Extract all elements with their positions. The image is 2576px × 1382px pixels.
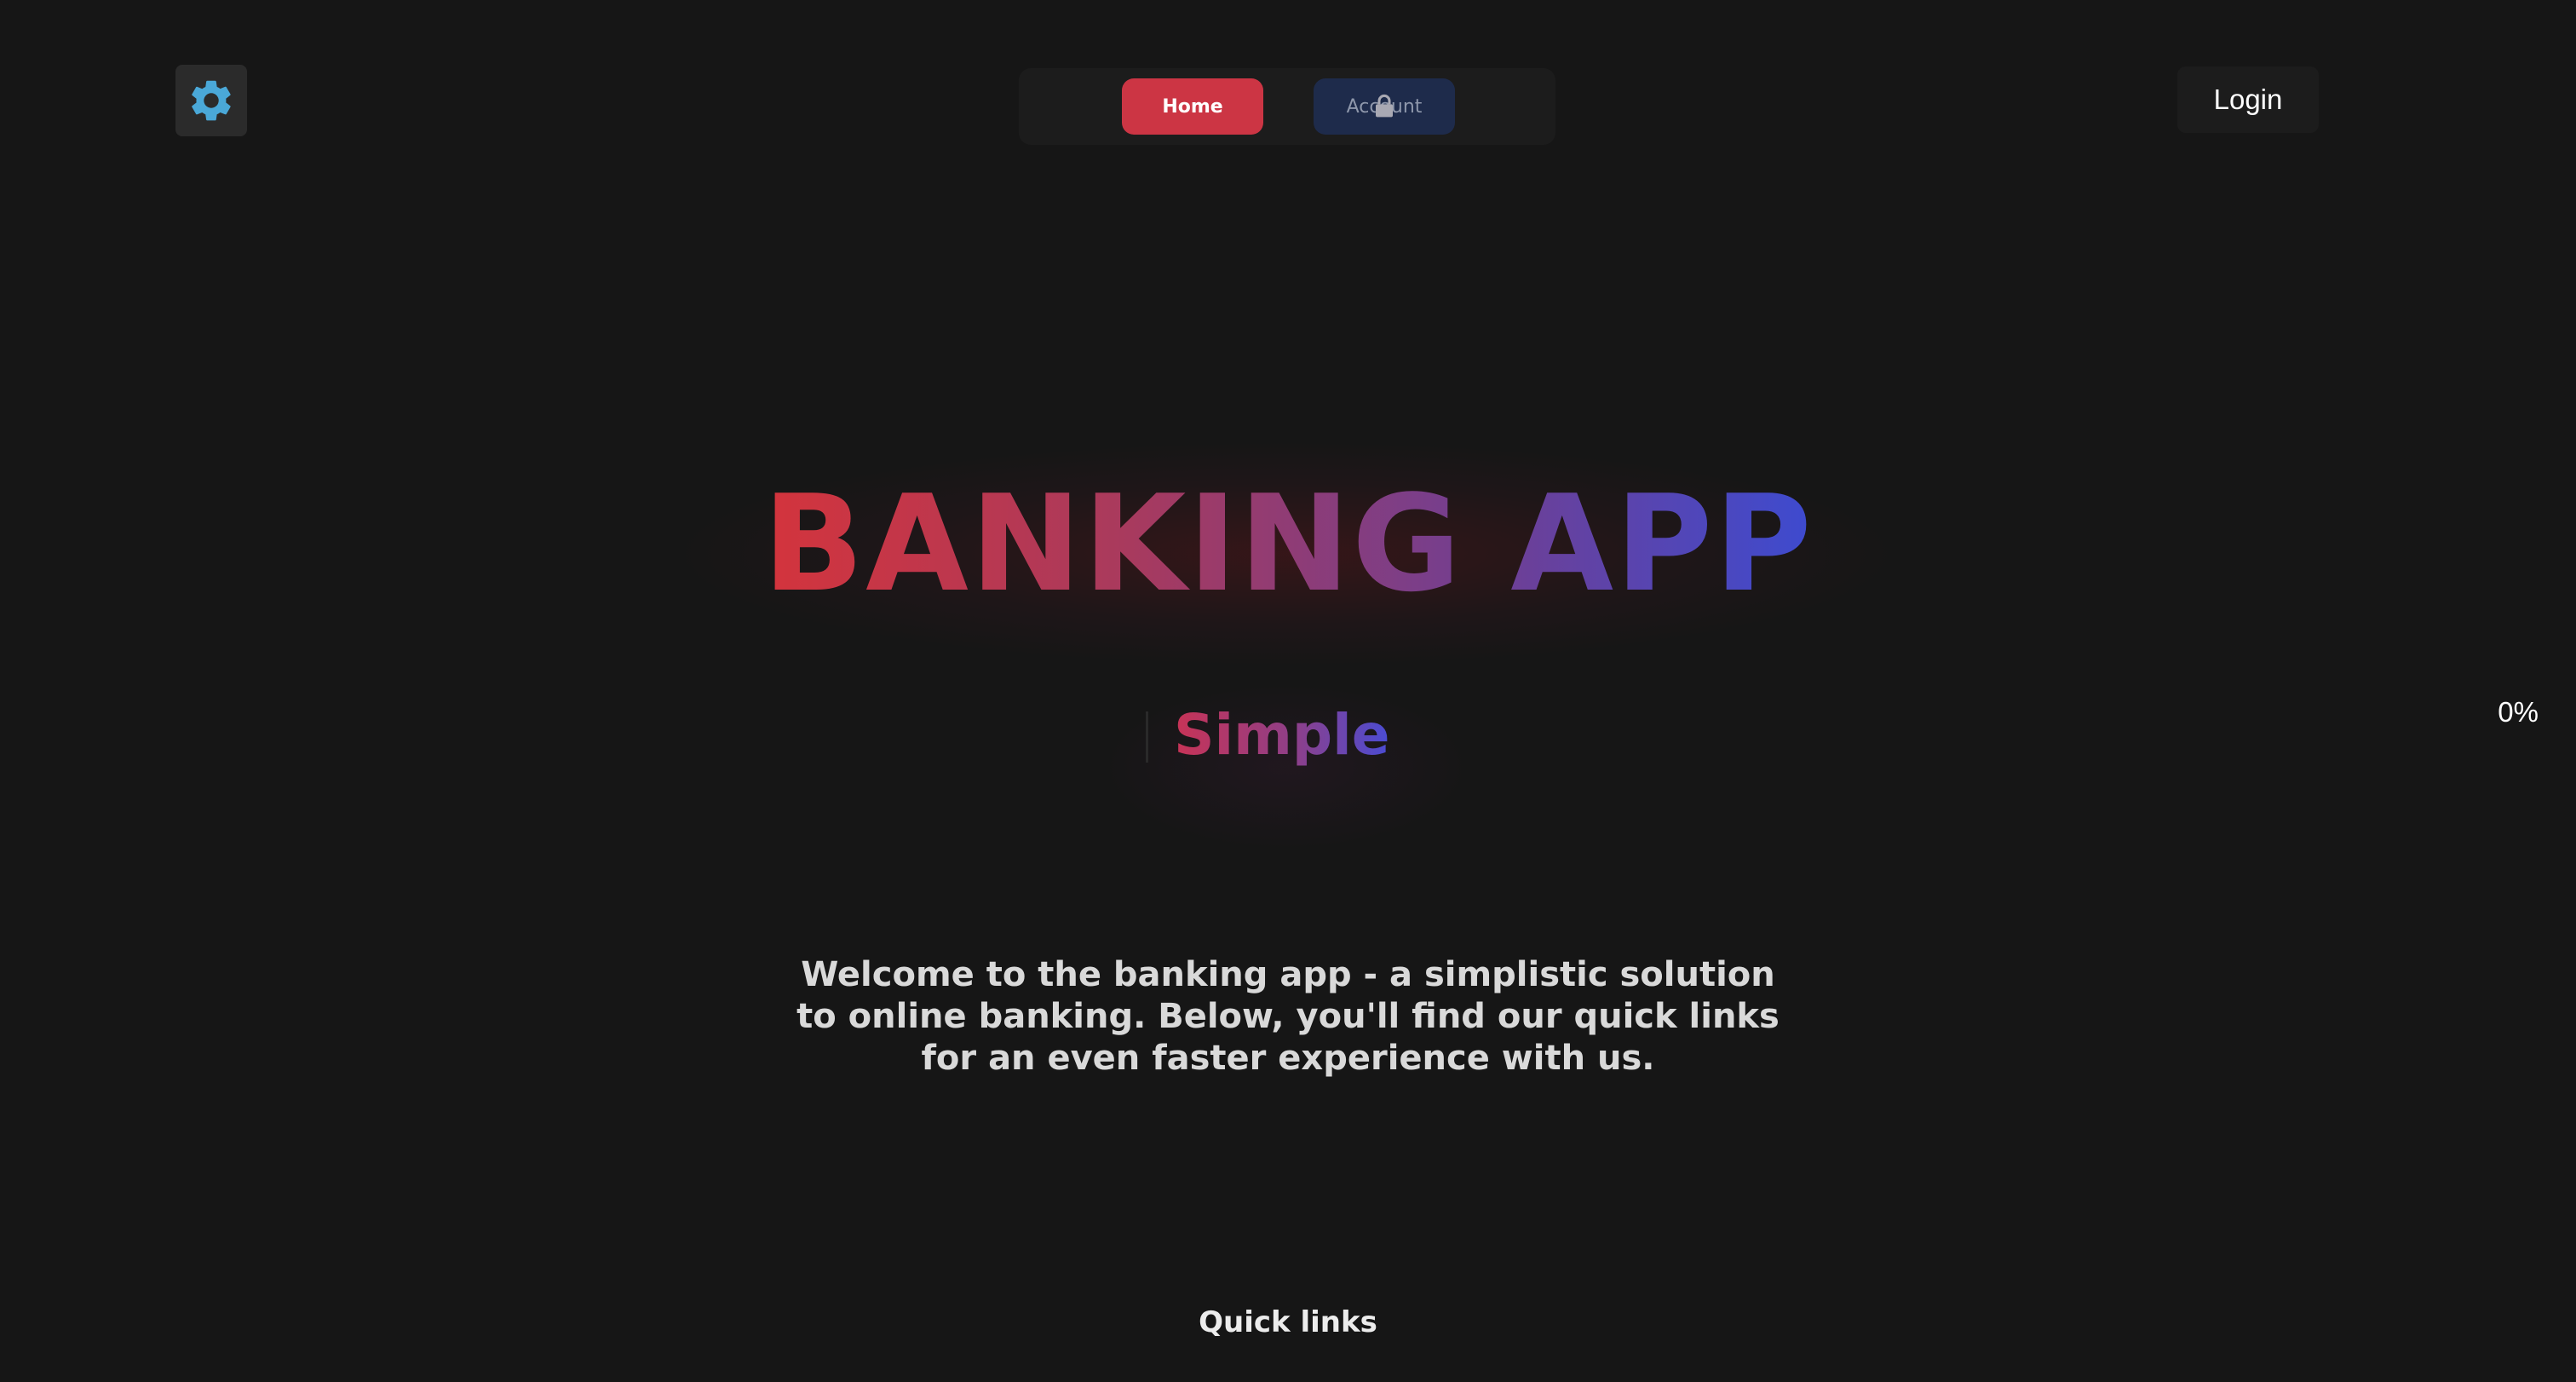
hero-title: BANKING APP <box>0 467 2576 620</box>
hero-subtitle-text: Simple <box>1174 702 1390 768</box>
lock-icon <box>1373 93 1395 118</box>
quick-links-heading: Quick links <box>1199 1305 1377 1339</box>
nav-home-button[interactable]: Home <box>1122 78 1263 135</box>
hero-subtitle: Simple <box>1174 697 1395 774</box>
gear-icon <box>187 76 236 125</box>
page: Home Account Login BANKING APP Simple 0%… <box>0 0 2576 1382</box>
hero-title-text: BANKING APP <box>762 466 1814 621</box>
intro-text: Welcome to the banking app - a simplisti… <box>796 955 1780 1078</box>
login-button[interactable]: Login <box>2177 66 2319 133</box>
login-label: Login <box>2213 83 2283 115</box>
main-nav: Home Account <box>1019 68 1555 145</box>
nav-home-label: Home <box>1162 95 1223 118</box>
nav-account-button[interactable]: Account <box>1314 78 1455 135</box>
typing-cursor <box>1146 711 1148 763</box>
scroll-progress: 0% <box>2498 696 2539 728</box>
settings-button[interactable] <box>175 65 247 136</box>
